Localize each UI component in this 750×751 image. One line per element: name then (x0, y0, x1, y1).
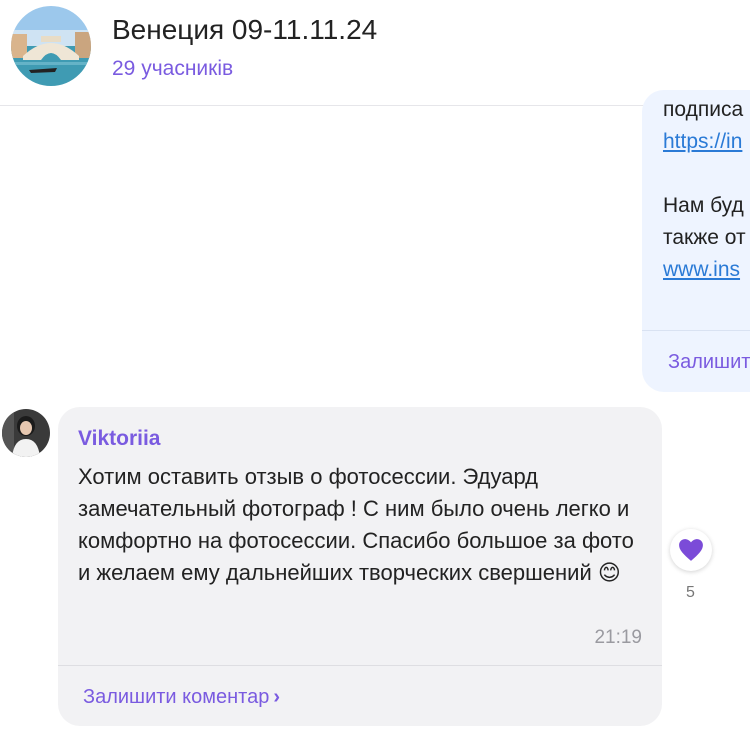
message-time: 21:19 (594, 627, 642, 648)
message-text-fragment: также от (663, 226, 746, 249)
sender-avatar[interactable] (2, 409, 50, 457)
reaction-count: 5 (686, 584, 695, 601)
leave-comment-button[interactable]: Залишити коментар › (83, 686, 280, 709)
user-photo-icon (2, 409, 50, 457)
chat-header: Венеция 09-11.11.24 29 учасників (0, 0, 750, 106)
message-bubble: Viktoriia Хотим оставить отзыв о фотосес… (58, 407, 662, 726)
leave-comment-label: Залишити коментар (83, 686, 270, 708)
message-text-fragment: подписа (663, 98, 744, 121)
divider (58, 665, 662, 666)
chat-title: Венеция 09-11.11.24 (112, 14, 378, 45)
reaction-button[interactable] (670, 529, 712, 571)
purple-heart-icon (679, 539, 703, 561)
leave-comment-button[interactable]: Залишит (668, 351, 750, 374)
message-text-fragment: Нам буд (663, 194, 744, 217)
divider (642, 330, 750, 331)
message-link[interactable]: www.ins (663, 258, 740, 282)
sender-name[interactable]: Viktoriia (78, 427, 160, 451)
smiling-face-emoji: 😊 (597, 560, 621, 585)
previous-message-bubble: подписа https://in Нам буд также от www.… (642, 90, 750, 392)
message-link[interactable]: https://in (663, 130, 742, 154)
members-count[interactable]: 29 учасників (112, 57, 233, 81)
message-text: Хотим оставить отзыв о фотосессии. Эдуар… (78, 461, 652, 589)
chevron-right-icon: › (273, 686, 281, 708)
message-body: Хотим оставить отзыв о фотосессии. Эдуар… (78, 464, 634, 585)
channel-avatar[interactable] (11, 6, 91, 86)
venice-photo-icon (11, 6, 91, 86)
